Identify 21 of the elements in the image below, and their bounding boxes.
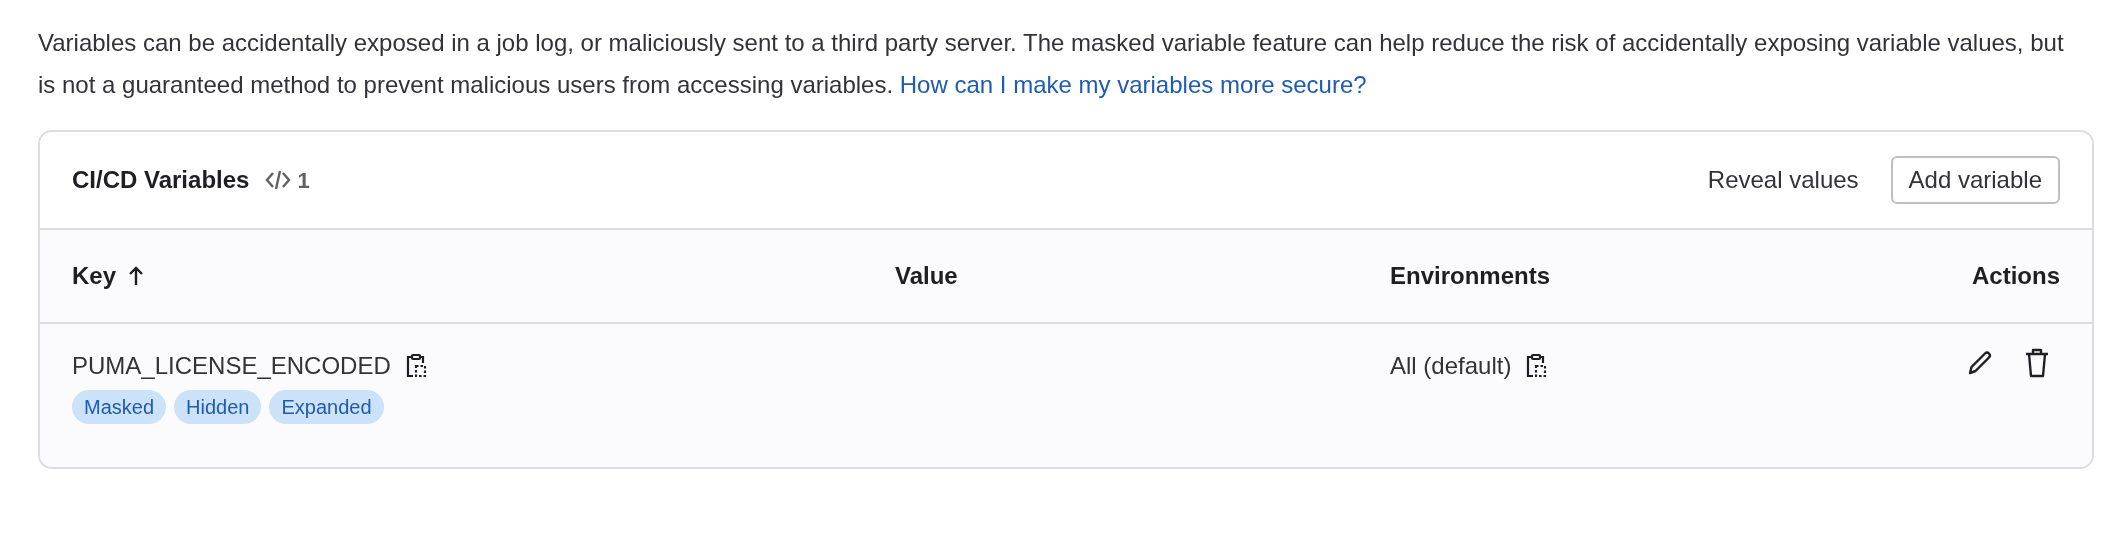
column-header[interactable]: Key [72,258,895,294]
column-header[interactable]: Actions [1972,258,2060,294]
variable-badge: Masked [72,390,167,424]
variable-badge: Hidden [174,390,262,424]
add-variable-button[interactable]: Add variable [1890,156,2060,204]
delete-icon[interactable] [2024,348,2050,378]
reveal-values-button[interactable]: Reveal values [1697,156,1869,204]
code-icon [265,169,292,191]
edit-icon[interactable] [1966,349,1994,377]
variable-key: PUMA_LICENSE_ENCODED [72,348,391,384]
variable-count: 1 [297,166,310,195]
column-header[interactable]: Environments [1390,258,1972,294]
intro-paragraph: Variables can be accidentally exposed in a job log, or maliciously sent to a third party server. The masked variable feature can help reduce the risk of accidentally exposing variable values, but is not a guaranteed method to prevent malicious users from accessing variables. How can I make my variables more secure? [38,28,2065,100]
environment-cell-text: All (default) [1390,351,1512,381]
copy-icon[interactable] [1525,353,1548,379]
help-link[interactable]: How can I make my variables more secure? [899,71,1367,98]
copy-icon[interactable] [404,353,427,379]
card-title: CI/CD Variables [72,165,250,195]
variable-badge: Expanded [269,390,384,424]
sort-arrow-icon [128,266,145,286]
column-header[interactable]: Value [895,258,1390,294]
